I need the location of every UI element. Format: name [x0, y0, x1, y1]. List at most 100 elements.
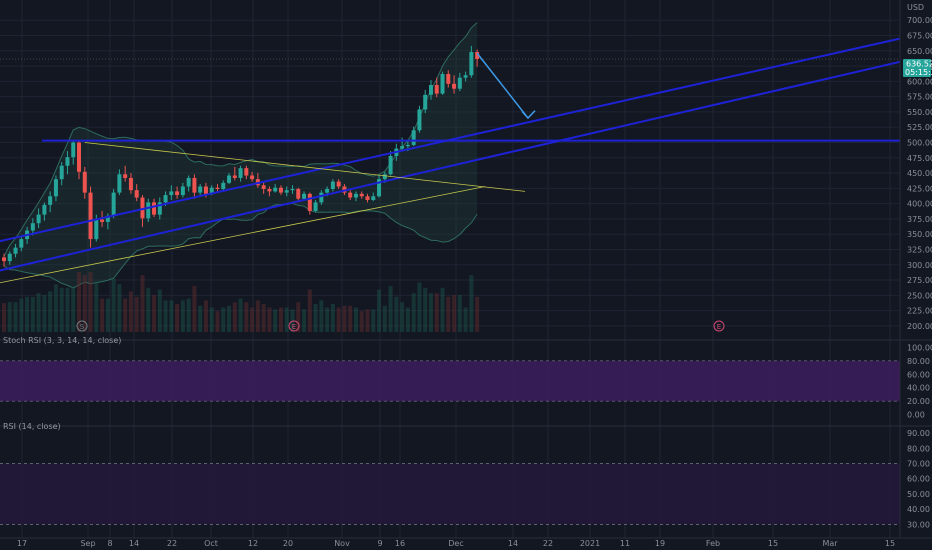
volume-bar [411, 293, 416, 332]
price-tick-label: 675.00 [907, 32, 932, 41]
candle-body[interactable] [146, 202, 151, 219]
candle-body[interactable] [227, 175, 232, 183]
candle-body[interactable] [417, 109, 422, 131]
candle-body[interactable] [82, 171, 87, 193]
volume-bar [105, 298, 110, 332]
candle-body[interactable] [469, 52, 474, 76]
candle-body[interactable] [215, 187, 220, 189]
candle-body[interactable] [163, 195, 168, 203]
candle-body[interactable] [152, 202, 157, 215]
candle-body[interactable] [88, 192, 93, 240]
candle-body[interactable] [307, 193, 312, 211]
candle-body[interactable] [382, 174, 387, 180]
candle-body[interactable] [221, 182, 226, 189]
candle-body[interactable] [440, 74, 445, 94]
candle-body[interactable] [238, 168, 243, 178]
time-tick-label: Mar [822, 539, 838, 548]
candle-body[interactable] [48, 196, 53, 205]
candle-body[interactable] [405, 144, 410, 147]
candle-body[interactable] [371, 196, 376, 200]
candle-body[interactable] [117, 174, 122, 193]
candle-body[interactable] [186, 177, 191, 187]
candle-body[interactable] [284, 190, 289, 193]
candle-body[interactable] [7, 253, 12, 262]
candle-body[interactable] [192, 177, 197, 193]
candle-body[interactable] [94, 219, 99, 240]
candle-body[interactable] [77, 142, 82, 172]
candle-body[interactable] [111, 192, 116, 216]
time-tick-label: 11 [620, 539, 630, 548]
candle-body[interactable] [175, 191, 180, 196]
candle-body[interactable] [348, 192, 353, 198]
candle-body[interactable] [100, 219, 105, 222]
candle-body[interactable] [446, 74, 451, 84]
volume-bar [446, 296, 451, 332]
candle-body[interactable] [19, 239, 24, 248]
candle-body[interactable] [59, 165, 64, 180]
volume-bar [25, 296, 30, 332]
candle-body[interactable] [296, 188, 301, 199]
time-tick-label: 14 [508, 539, 518, 548]
candle-body[interactable] [330, 181, 335, 189]
volume-bar [238, 298, 243, 332]
volume-bar [157, 289, 162, 332]
candle-body[interactable] [313, 202, 318, 211]
candle-body[interactable] [198, 186, 203, 193]
candle-body[interactable] [65, 157, 70, 166]
candle-body[interactable] [359, 193, 364, 197]
candle-body[interactable] [353, 193, 358, 198]
volume-bar [19, 298, 24, 332]
volume-bar [330, 304, 335, 332]
candle-body[interactable] [267, 188, 272, 192]
candle-body[interactable] [244, 168, 249, 176]
candle-body[interactable] [13, 247, 18, 254]
candle-body[interactable] [278, 187, 283, 193]
candle-body[interactable] [400, 146, 405, 149]
price-tick-label: 550.00 [907, 108, 932, 117]
candle-body[interactable] [250, 175, 255, 180]
candle-body[interactable] [42, 204, 47, 215]
candle-body[interactable] [423, 94, 428, 110]
candle-body[interactable] [180, 186, 185, 196]
candle-body[interactable] [169, 191, 174, 196]
candle-body[interactable] [123, 174, 128, 178]
candle-body[interactable] [452, 83, 457, 89]
candle-body[interactable] [290, 188, 295, 191]
candle-body[interactable] [2, 257, 6, 262]
time-tick-label: Oct [204, 539, 218, 548]
volume-bar [192, 286, 197, 332]
price-tick-label: 400.00 [907, 200, 932, 209]
candle-body[interactable] [203, 186, 208, 194]
chart-canvas[interactable]: S E E 100.00 80.00 60.00 40.00 20.00 0.00 90.00… [0, 0, 932, 550]
candle-body[interactable] [365, 196, 370, 200]
price-tick-label: 375.00 [907, 215, 932, 224]
candle-body[interactable] [128, 177, 133, 191]
time-tick-label: 19 [655, 539, 665, 548]
candle-body[interactable] [411, 130, 416, 145]
time-tick-label: 15 [768, 539, 778, 548]
candle-body[interactable] [434, 85, 439, 94]
candle-body[interactable] [388, 155, 393, 175]
candle-body[interactable] [71, 142, 76, 158]
candle-body[interactable] [336, 181, 341, 187]
candle-body[interactable] [134, 190, 139, 198]
candle-body[interactable] [36, 214, 41, 224]
candle-body[interactable] [302, 193, 307, 199]
candle-body[interactable] [428, 85, 433, 95]
candle-body[interactable] [457, 77, 462, 89]
price-tick-label: 650.00 [907, 47, 932, 56]
candle-body[interactable] [319, 192, 324, 203]
candle-body[interactable] [261, 185, 266, 189]
candle-body[interactable] [53, 179, 58, 197]
candle-body[interactable] [232, 175, 237, 178]
candle-body[interactable] [463, 75, 468, 78]
event-marker-label: S [80, 323, 85, 331]
candle-body[interactable] [325, 188, 330, 193]
candle-body[interactable] [273, 187, 278, 192]
volume-bar [88, 272, 93, 332]
volume-bar [215, 311, 220, 332]
volume-bar [371, 309, 376, 332]
candle-body[interactable] [30, 223, 35, 231]
volume-bar [475, 296, 480, 332]
volume-bar [255, 300, 260, 332]
